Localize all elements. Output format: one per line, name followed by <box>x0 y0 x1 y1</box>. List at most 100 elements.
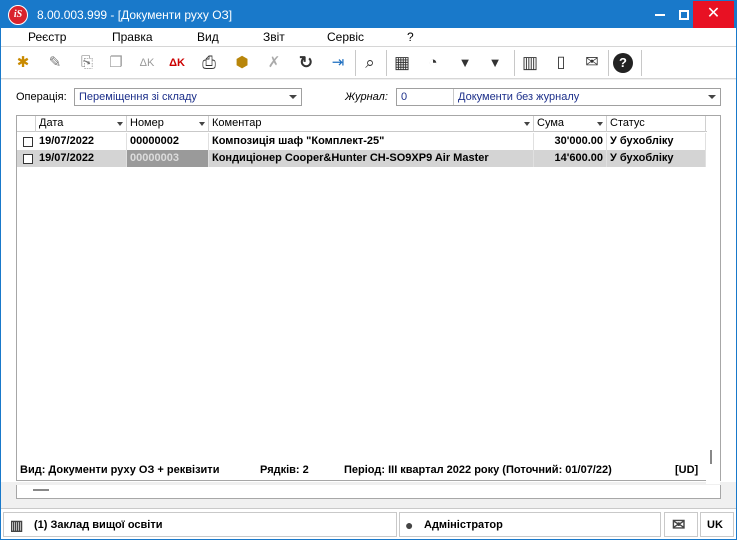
vertical-scrollbar[interactable] <box>706 132 720 484</box>
toolbar-separator <box>514 50 515 76</box>
period-button[interactable]: ◔ <box>421 51 445 75</box>
table-row[interactable]: 19/07/2022 00000003 Кондиціонер Cooper&H… <box>17 150 707 167</box>
header-comment[interactable]: Коментар <box>209 116 534 132</box>
close-button[interactable]: ✕ <box>693 1 734 28</box>
journal-value: Документи без журналу <box>458 91 580 103</box>
refresh-button[interactable]: ↻ <box>294 51 318 75</box>
grid-area: Дата Номер Коментар Сума Статус 19/07/20… <box>1 112 736 484</box>
menu-edit[interactable]: Правка <box>112 30 153 44</box>
operation-value: Переміщення зі складу <box>79 91 197 103</box>
grid-header: Дата Номер Коментар Сума Статус <box>17 116 707 132</box>
organization-panel[interactable]: ▥ (1) Заклад вищої освіти <box>3 512 397 537</box>
copy-document-button[interactable]: ⎘ <box>75 51 99 75</box>
title-bar: iS 8.00.003.999 - [Документи руху ОЗ] ✕ <box>1 1 736 28</box>
row-checkbox[interactable] <box>23 137 33 147</box>
package-button[interactable]: ⬢ <box>230 51 254 75</box>
header-number-label: Номер <box>130 117 164 129</box>
cell-sum: 30'000.00 <box>534 133 607 150</box>
toolbar-separator <box>641 50 642 76</box>
search-button[interactable]: ⌕ <box>358 51 382 75</box>
header-date-label: Дата <box>39 117 64 129</box>
toolbar-separator <box>608 50 609 76</box>
sort-arrow-icon <box>524 122 530 126</box>
sort-arrow-icon <box>199 122 205 126</box>
scrollbar-thumb[interactable] <box>33 489 49 491</box>
cell-date: 19/07/2022 <box>36 150 127 167</box>
cell-status: У бухобліку <box>607 150 706 167</box>
menu-view[interactable]: Вид <box>197 30 219 44</box>
cell-comment: Композиція шаф "Комплект-25" <box>209 133 534 150</box>
user-panel[interactable]: ● Адміністратор <box>399 512 661 537</box>
app-window: iS 8.00.003.999 - [Документи руху ОЗ] ✕ … <box>0 0 737 540</box>
exit-button[interactable]: ⇥ <box>326 51 350 75</box>
sort-arrow-icon <box>597 122 603 126</box>
header-sum[interactable]: Сума <box>534 116 607 132</box>
cell-date: 19/07/2022 <box>36 133 127 150</box>
clear-filter-button[interactable]: ▼ <box>483 51 507 75</box>
journal-label: Журнал: <box>345 91 388 103</box>
menu-service[interactable]: Сервіс <box>327 30 364 44</box>
cell-status: У бухобліку <box>607 133 706 150</box>
toolbar-separator <box>386 50 387 76</box>
maximize-icon <box>679 10 689 21</box>
combo-divider <box>453 89 454 105</box>
toolbar: ✱ ✎ ⎘ ❐ ΔK ΔK ⎙ ⬢ ✗ ↻ ⇥ ⌕ ▦ ◔ ▼ ▼ ▥ ▯ ✉ … <box>1 46 736 79</box>
table-button[interactable]: ▦ <box>390 51 414 75</box>
journal-select[interactable]: 0 Документи без журналу <box>396 88 721 106</box>
operation-label: Операція: <box>16 91 67 103</box>
cell-number: 00000002 <box>127 133 209 150</box>
menu-help[interactable]: ? <box>407 30 414 44</box>
edit-document-button[interactable]: ✎ <box>43 51 67 75</box>
summary-view: Вид: Документи руху ОЗ + реквізити <box>20 464 220 476</box>
mail-button[interactable]: ✉ <box>580 51 604 75</box>
filter-button[interactable]: ▼ <box>453 51 477 75</box>
organization-button[interactable]: ▥ <box>518 51 542 75</box>
cell-comment: Кондиціонер Cooper&Hunter CH-SO9XP9 Air … <box>209 150 534 167</box>
language-code: UK <box>707 519 723 531</box>
notes-button[interactable]: ▯ <box>549 51 573 75</box>
sign-button[interactable]: ΔK <box>135 51 159 75</box>
cell-number: 00000003 <box>127 150 209 167</box>
menu-registry[interactable]: Реєстр <box>28 30 66 44</box>
row-checkbox[interactable] <box>23 154 33 164</box>
summary-rows: Рядків: 2 <box>260 464 309 476</box>
status-bar: ▥ (1) Заклад вищої освіти ● Адміністрато… <box>1 508 736 539</box>
header-sum-label: Сума <box>537 117 565 129</box>
operation-select[interactable]: Переміщення зі складу <box>74 88 302 106</box>
header-checkbox-column <box>17 116 36 132</box>
organization-name: (1) Заклад вищої освіти <box>34 519 163 531</box>
header-comment-label: Коментар <box>212 117 262 129</box>
minimize-icon <box>655 14 665 17</box>
user-name: Адміністратор <box>424 519 503 531</box>
grid-summary: Вид: Документи руху ОЗ + реквізити Рядкі… <box>17 462 707 478</box>
documents-grid: Дата Номер Коментар Сума Статус 19/07/20… <box>16 115 721 484</box>
header-date[interactable]: Дата <box>36 116 127 132</box>
delete-button[interactable]: ✗ <box>262 51 286 75</box>
unsign-button[interactable]: ΔK <box>165 51 189 75</box>
help-button[interactable]: ? <box>613 53 633 73</box>
summary-mode: [UD] <box>675 464 699 476</box>
toolbar-separator <box>355 50 356 76</box>
user-icon: ● <box>405 517 414 533</box>
menu-bar: Реєстр Правка Вид Звіт Сервіс ? <box>1 28 736 46</box>
menu-report[interactable]: Звіт <box>263 30 285 44</box>
header-number[interactable]: Номер <box>127 116 209 132</box>
table-row[interactable]: 19/07/2022 00000002 Композиція шаф "Комп… <box>17 133 707 150</box>
sort-arrow-icon <box>117 122 123 126</box>
cell-sum: 14'600.00 <box>534 150 607 167</box>
filter-bar: Операція: Переміщення зі складу Журнал: … <box>1 80 736 112</box>
create-document-button[interactable]: ✱ <box>11 51 35 75</box>
chevron-down-icon <box>289 95 297 99</box>
horizontal-scrollbar[interactable] <box>16 485 721 499</box>
language-panel[interactable]: UK <box>700 512 734 537</box>
duplicate-button[interactable]: ❐ <box>104 51 128 75</box>
mail-icon: ✉ <box>672 517 686 534</box>
scrollbar-thumb[interactable] <box>710 450 712 464</box>
header-status[interactable]: Статус <box>607 116 706 132</box>
window-title: 8.00.003.999 - [Документи руху ОЗ] <box>37 8 233 22</box>
messages-panel[interactable]: ✉ <box>664 512 698 537</box>
app-logo-icon: iS <box>8 5 28 25</box>
chevron-down-icon <box>708 95 716 99</box>
print-button[interactable]: ⎙ <box>197 51 221 75</box>
building-icon: ▥ <box>10 517 24 533</box>
